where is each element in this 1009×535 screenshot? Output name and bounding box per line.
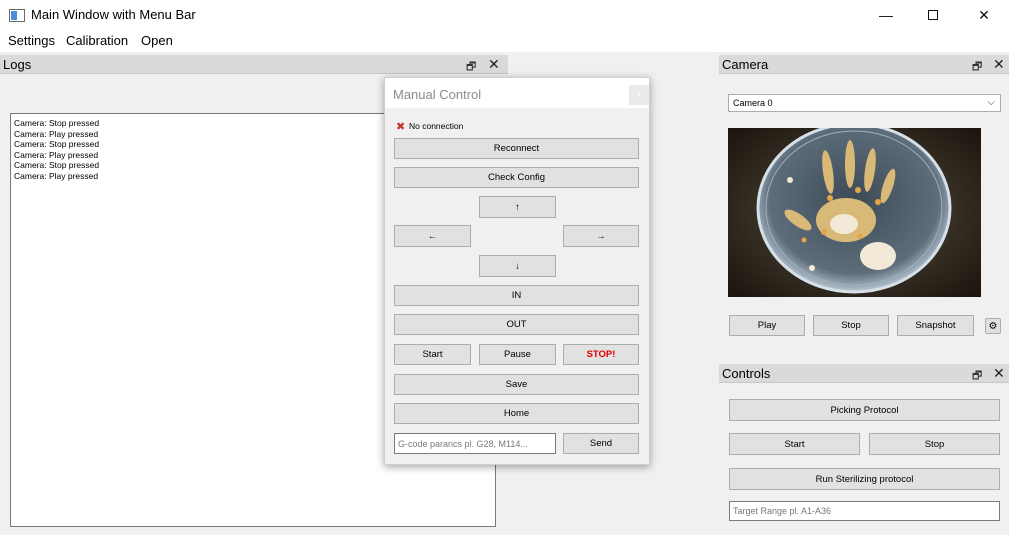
camera-close-icon[interactable]: ✕ bbox=[993, 56, 1005, 73]
connection-status: No connection bbox=[409, 121, 464, 131]
in-button[interactable]: IN bbox=[394, 285, 639, 306]
camera-dock-header: Camera 🗗 ✕ bbox=[719, 55, 1009, 74]
gcode-input[interactable]: G-code parancs pl. G28, M114... bbox=[394, 433, 556, 454]
emergency-stop-button[interactable]: STOP! bbox=[563, 344, 639, 365]
camera-select-value: Camera 0 bbox=[733, 98, 773, 108]
check-config-button[interactable]: Check Config bbox=[394, 167, 639, 188]
logs-dock-header: Logs 🗗 ✕ bbox=[0, 55, 508, 74]
manual-control-title: Manual Control bbox=[393, 87, 482, 102]
minimize-button[interactable]: — bbox=[863, 0, 909, 30]
controls-dock-title: Controls bbox=[722, 366, 771, 381]
jog-right-button[interactable]: → bbox=[563, 225, 639, 247]
logs-dock-title: Logs bbox=[3, 57, 32, 72]
jog-down-button[interactable]: ↓ bbox=[479, 255, 556, 277]
x-mark-icon: ✖ bbox=[396, 121, 406, 133]
logs-float-icon[interactable]: 🗗 bbox=[466, 58, 476, 77]
camera-snapshot-button[interactable]: Snapshot bbox=[897, 315, 974, 336]
save-button[interactable]: Save bbox=[394, 374, 639, 395]
camera-select[interactable]: Camera 0 ⌵ bbox=[728, 94, 1001, 112]
out-button[interactable]: OUT bbox=[394, 314, 639, 335]
manual-start-button[interactable]: Start bbox=[394, 344, 471, 365]
controls-start-button[interactable]: Start bbox=[729, 433, 860, 455]
maximize-button[interactable] bbox=[910, 0, 956, 30]
camera-float-icon[interactable]: 🗗 bbox=[972, 58, 982, 77]
maximize-icon bbox=[928, 10, 938, 20]
close-window-button[interactable]: ✕ bbox=[961, 0, 1007, 30]
petri-dish-image bbox=[728, 128, 981, 297]
chevron-down-icon: ⌵ bbox=[987, 97, 995, 108]
jog-left-button[interactable]: ← bbox=[394, 225, 471, 247]
camera-settings-icon[interactable]: ⚙ bbox=[985, 318, 1001, 334]
home-button[interactable]: Home bbox=[394, 403, 639, 424]
target-range-input[interactable]: Target Range pl. A1-A36 bbox=[729, 501, 1000, 521]
menu-settings[interactable]: Settings bbox=[8, 33, 55, 48]
picking-protocol-button[interactable]: Picking Protocol bbox=[729, 399, 1000, 421]
logs-close-icon[interactable]: ✕ bbox=[488, 56, 500, 73]
controls-float-icon[interactable]: 🗗 bbox=[972, 367, 982, 386]
reconnect-button[interactable]: Reconnect bbox=[394, 138, 639, 159]
app-window-icon bbox=[9, 9, 25, 22]
menu-open[interactable]: Open bbox=[141, 33, 173, 48]
camera-dock-title: Camera bbox=[722, 57, 769, 72]
pause-button[interactable]: Pause bbox=[479, 344, 556, 365]
manual-control-dialog: Manual Control × ✖ No connection Reconne… bbox=[384, 77, 650, 465]
camera-play-button[interactable]: Play bbox=[729, 315, 805, 336]
send-button[interactable]: Send bbox=[563, 433, 639, 454]
run-sterilizing-button[interactable]: Run Sterilizing protocol bbox=[729, 468, 1000, 490]
controls-dock-header: Controls 🗗 ✕ bbox=[719, 364, 1009, 383]
controls-close-icon[interactable]: ✕ bbox=[993, 365, 1005, 382]
menu-calibration[interactable]: Calibration bbox=[66, 33, 128, 48]
manual-close-button[interactable]: × bbox=[629, 85, 649, 105]
controls-stop-button[interactable]: Stop bbox=[869, 433, 1000, 455]
camera-preview bbox=[728, 128, 981, 297]
window-title: Main Window with Menu Bar bbox=[31, 7, 196, 22]
jog-up-button[interactable]: ↑ bbox=[479, 196, 556, 218]
camera-stop-button[interactable]: Stop bbox=[813, 315, 889, 336]
